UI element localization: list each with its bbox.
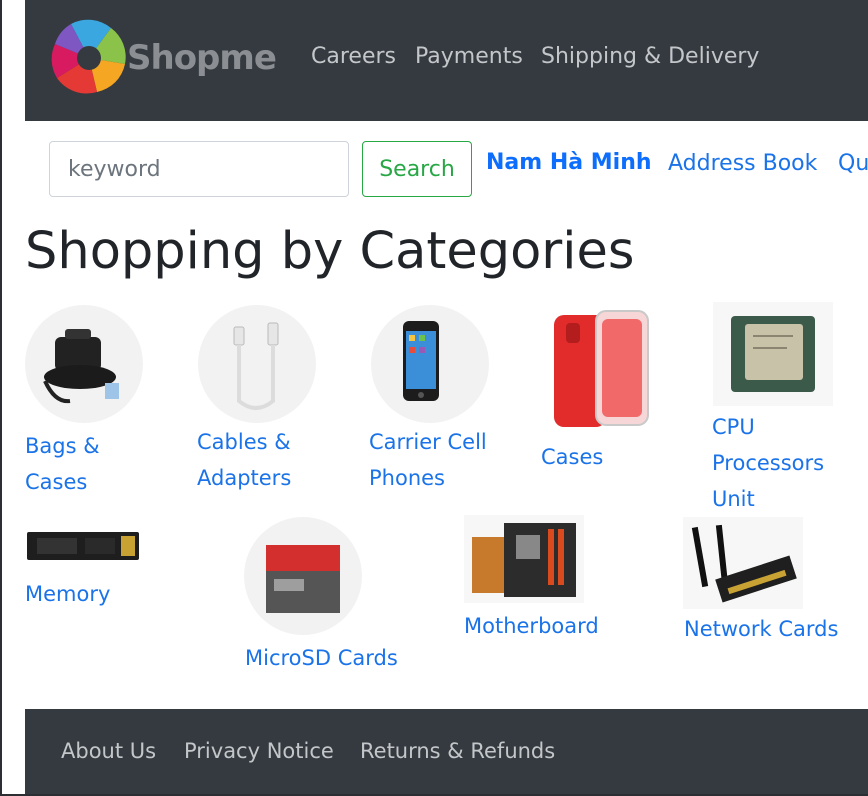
category-label-motherboard[interactable]: Motherboard	[464, 608, 599, 644]
search-button[interactable]: Search	[362, 141, 472, 197]
shopme-logo-icon[interactable]	[49, 18, 129, 96]
sd-card-icon[interactable]	[244, 517, 362, 635]
category-label-network-cards[interactable]: Network Cards	[684, 611, 838, 647]
category-label-cpu-processors-unit[interactable]: CPU Processors Unit	[712, 409, 824, 517]
cpu-icon[interactable]	[713, 302, 833, 406]
cable-icon[interactable]	[198, 305, 316, 423]
network-card-icon[interactable]	[683, 517, 803, 609]
top-navbar: Shopme Careers Payments Shipping & Deliv…	[25, 0, 868, 121]
category-label-bags-cases[interactable]: Bags & Cases	[25, 428, 100, 500]
window-left-border	[0, 0, 2, 796]
truncated-nav-link[interactable]: Qu	[838, 151, 868, 176]
category-label-memory[interactable]: Memory	[25, 576, 110, 612]
bag-icon[interactable]	[25, 305, 143, 423]
nav-link-careers[interactable]: Careers	[311, 44, 396, 69]
ssd-icon[interactable]	[25, 528, 141, 564]
footer-link-privacy-notice[interactable]: Privacy Notice	[184, 739, 334, 763]
nav-link-shipping-delivery[interactable]: Shipping & Delivery	[541, 44, 759, 69]
footer-link-about-us[interactable]: About Us	[61, 739, 156, 763]
brand-name[interactable]: Shopme	[127, 38, 277, 78]
category-label-cases[interactable]: Cases	[541, 439, 603, 475]
category-label-cables-adapters[interactable]: Cables & Adapters	[197, 424, 291, 496]
search-input[interactable]	[49, 141, 349, 197]
page-title: Shopping by Categories	[25, 222, 635, 281]
account-name-link[interactable]: Nam Hà Minh	[486, 150, 652, 175]
address-book-link[interactable]: Address Book	[668, 151, 817, 176]
nav-link-payments[interactable]: Payments	[415, 44, 523, 69]
phone-case-icon[interactable]	[546, 305, 656, 433]
phone-icon[interactable]	[371, 305, 489, 423]
footer-navbar: About Us Privacy Notice Returns & Refund…	[25, 709, 868, 794]
category-label-microsd-cards[interactable]: MicroSD Cards	[245, 640, 398, 676]
footer-link-returns-refunds[interactable]: Returns & Refunds	[360, 739, 555, 763]
motherboard-icon[interactable]	[464, 515, 584, 603]
category-label-carrier-cell-phones[interactable]: Carrier Cell Phones	[369, 424, 487, 496]
